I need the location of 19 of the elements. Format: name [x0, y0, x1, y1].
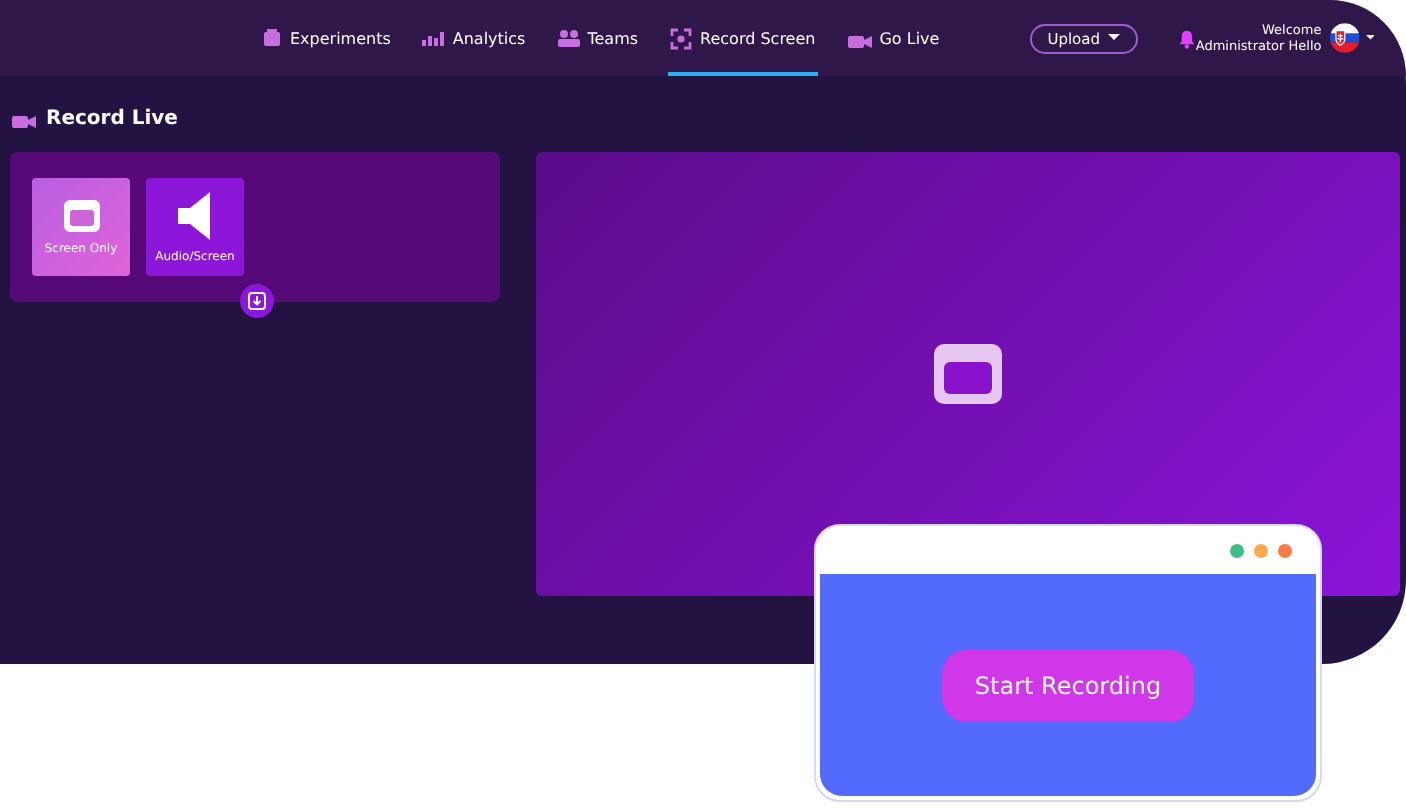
download-icon — [248, 292, 266, 310]
frame-icon — [670, 27, 693, 49]
nav-tab[interactable]: Record Screen — [668, 0, 818, 76]
nav-tab[interactable]: Teams — [555, 0, 641, 76]
caret-icon — [1107, 34, 1120, 42]
nav-tab[interactable]: Experiments — [260, 0, 393, 76]
flag-icon[interactable] — [1329, 18, 1360, 58]
bell-icon[interactable] — [1177, 25, 1196, 51]
caret-icon — [1365, 34, 1374, 42]
window-icon — [932, 342, 1004, 406]
download-button[interactable] — [240, 284, 274, 318]
box-icon — [262, 28, 282, 48]
bar-chart-icon — [422, 28, 445, 48]
nav-tab[interactable]: Go Live — [845, 0, 942, 76]
window-icon — [61, 198, 101, 234]
people-icon — [557, 28, 580, 48]
start-recording-button[interactable]: Start Recording — [942, 649, 1194, 721]
section-title: Record Live — [46, 107, 178, 129]
nav-tab[interactable]: Analytics — [420, 0, 528, 76]
